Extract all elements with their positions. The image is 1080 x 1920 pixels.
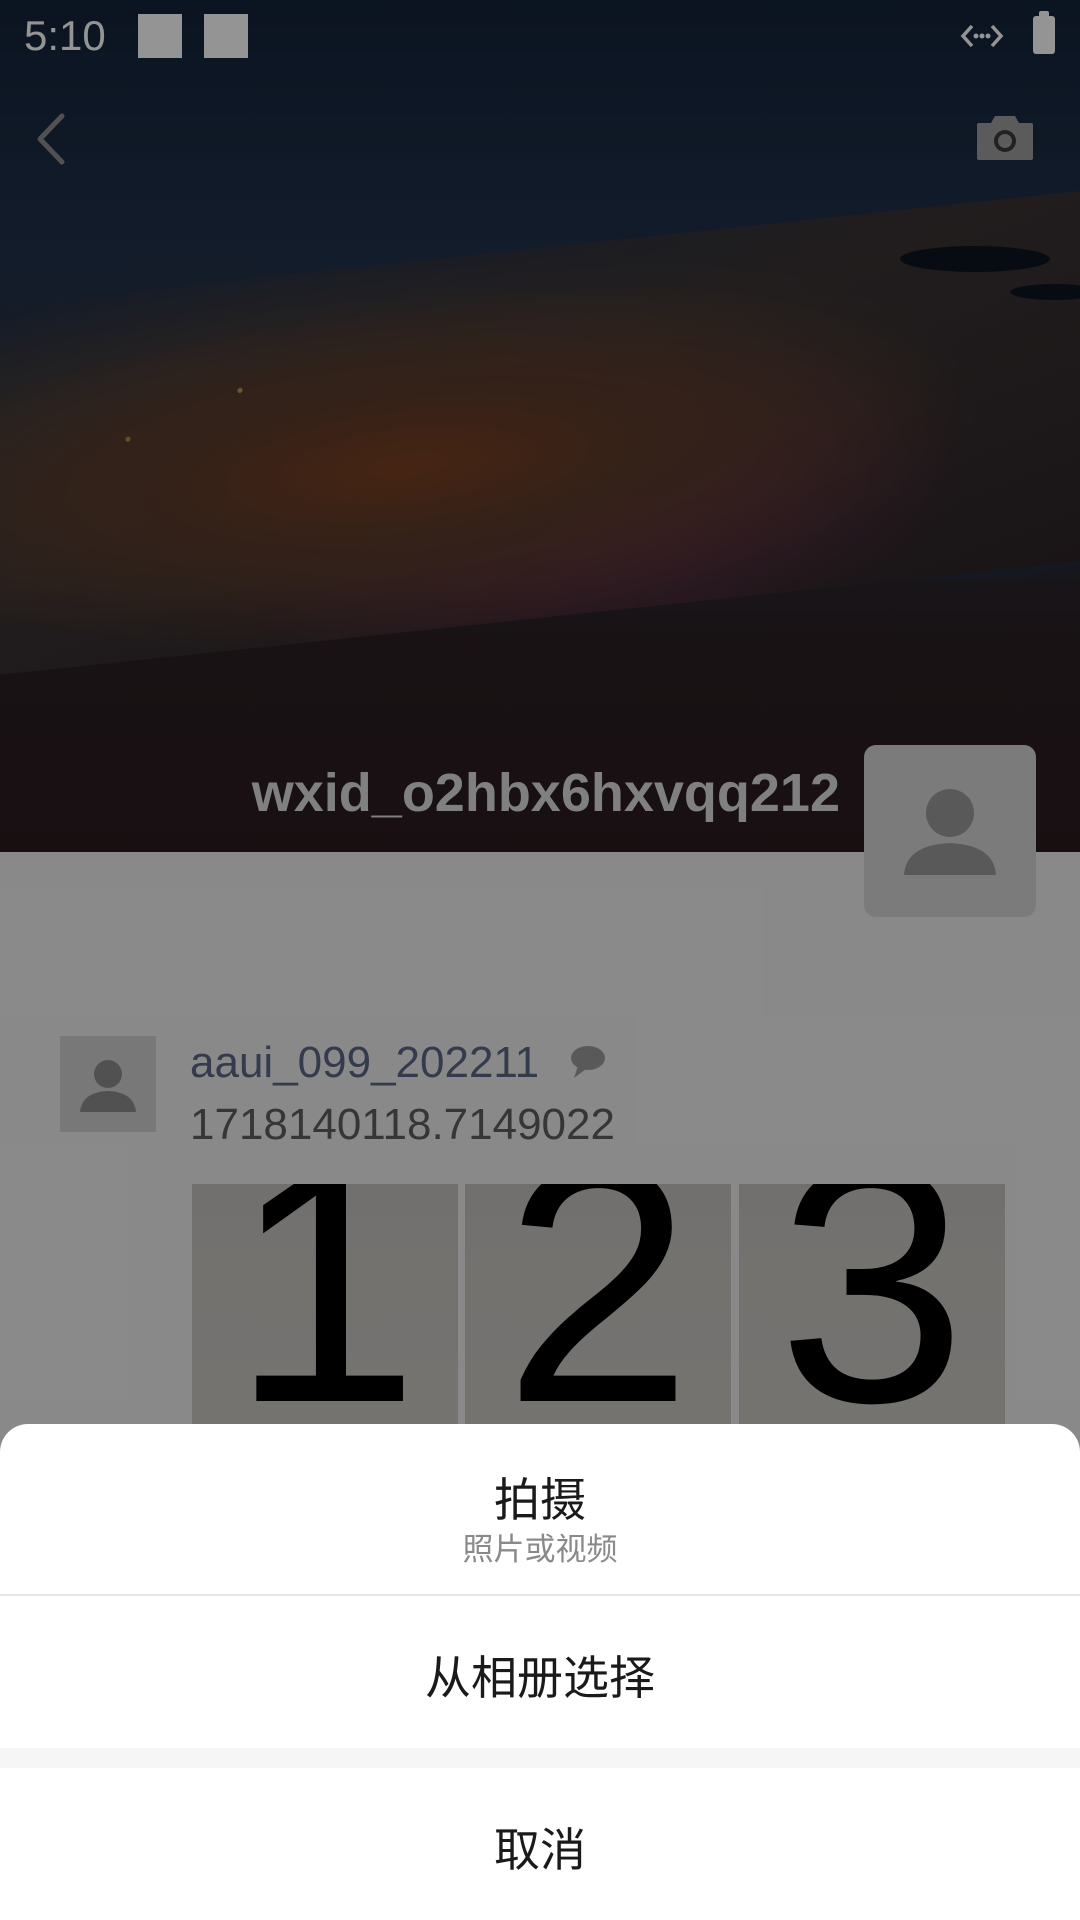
cancel-label: 取消: [494, 1824, 586, 1876]
choose-from-album-option[interactable]: 从相册选择: [0, 1596, 1080, 1748]
shoot-option[interactable]: 拍摄 照片或视频: [0, 1424, 1080, 1594]
shoot-sublabel: 照片或视频: [462, 1532, 618, 1567]
cancel-button[interactable]: 取消: [0, 1768, 1080, 1920]
shoot-label: 拍摄: [494, 1474, 586, 1526]
album-label: 从相册选择: [425, 1652, 655, 1704]
action-sheet: 拍摄 照片或视频 从相册选择 取消: [0, 1424, 1080, 1920]
section-gap: [0, 1748, 1080, 1768]
